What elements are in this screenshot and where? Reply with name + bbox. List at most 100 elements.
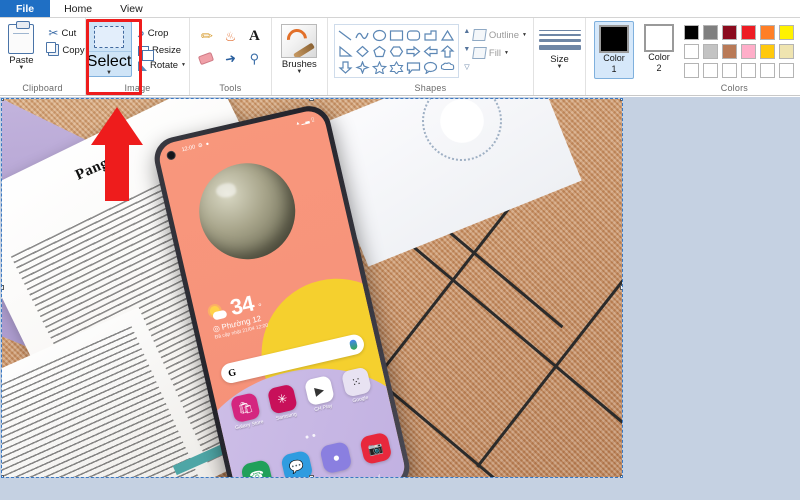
selection-handle-e[interactable]: [620, 285, 622, 290]
crop-button[interactable]: ⌕ Crop: [135, 25, 189, 42]
cut-button[interactable]: ✂ Cut: [45, 25, 87, 41]
paste-button[interactable]: Paste ▼: [0, 21, 45, 71]
color-swatch[interactable]: [760, 44, 775, 59]
brushes-chevron-down-icon[interactable]: ▼: [296, 70, 302, 75]
color1-button[interactable]: Color 1: [594, 21, 634, 79]
fill-icon[interactable]: ♨: [225, 30, 237, 43]
crop-icon: ⌕: [138, 26, 145, 41]
microphone-icon[interactable]: [349, 339, 358, 350]
color-swatch[interactable]: [760, 63, 775, 78]
status-icon-dot: ●: [205, 141, 210, 148]
color-swatch[interactable]: [684, 25, 699, 40]
color-swatch[interactable]: [722, 44, 737, 59]
magnifier-icon[interactable]: ⚲: [250, 52, 260, 65]
cut-label: Cut: [61, 28, 76, 39]
shape-rectangle-icon[interactable]: [389, 29, 404, 42]
color-swatch[interactable]: [703, 44, 718, 59]
color2-button[interactable]: Color 2: [640, 21, 678, 77]
shape-rounded-rectangle-icon[interactable]: [406, 29, 421, 42]
paste-icon: [8, 24, 34, 54]
eraser-icon[interactable]: [198, 51, 214, 64]
selection-handle-n[interactable]: [309, 99, 314, 101]
chevron-down-icon[interactable]: ▼: [18, 66, 24, 71]
brushes-button[interactable]: Brushes ▼: [275, 21, 323, 75]
select-chevron-down-icon[interactable]: ▼: [106, 71, 112, 76]
color-swatch[interactable]: [779, 44, 794, 59]
color-swatch[interactable]: [779, 25, 794, 40]
tools-group-label: Tools: [194, 83, 267, 95]
color-swatch[interactable]: [703, 25, 718, 40]
shape-five-point-star-icon[interactable]: [372, 61, 387, 74]
shapes-more-button[interactable]: ▽: [461, 59, 473, 74]
size-button[interactable]: Size ▼: [536, 21, 584, 70]
outline-chevron-down-icon[interactable]: ▼: [522, 33, 527, 38]
color-swatch[interactable]: [779, 63, 794, 78]
copy-button[interactable]: Copy: [45, 43, 87, 57]
color-swatch[interactable]: [684, 44, 699, 59]
color2-label: Color: [648, 52, 670, 63]
color-swatch[interactable]: [741, 44, 756, 59]
fill-chevron-down-icon[interactable]: ▼: [504, 51, 509, 56]
rotate-button[interactable]: Rotate ▼: [135, 59, 189, 72]
shape-oval-icon[interactable]: [372, 29, 387, 42]
shape-polygon-icon[interactable]: [423, 29, 438, 42]
color2-index: 2: [656, 63, 661, 74]
shape-diamond-icon[interactable]: [355, 45, 370, 58]
shape-six-point-star-icon[interactable]: [389, 61, 404, 74]
battery-icon: ▯: [311, 117, 315, 124]
shape-triangle-icon[interactable]: [440, 29, 455, 42]
shapes-gallery[interactable]: [334, 24, 459, 78]
messages-app[interactable]: 💬: [280, 450, 314, 477]
text-icon[interactable]: A: [249, 29, 260, 44]
shapes-scroll-up-button[interactable]: ▲: [461, 24, 473, 39]
pencil-icon[interactable]: ✎: [197, 27, 215, 45]
color-swatch[interactable]: [722, 25, 737, 40]
size-chevron-down-icon[interactable]: ▼: [557, 65, 563, 70]
shapes-scroll-down-button[interactable]: ▼: [461, 42, 473, 57]
ribbon-group-brushes: Brushes ▼: [272, 18, 328, 95]
signal-icon: ▁▃: [301, 118, 311, 126]
selection-handle-sw[interactable]: [2, 475, 4, 477]
selection-handle-s[interactable]: [309, 475, 314, 477]
color1-swatch: [599, 25, 629, 53]
selection-handle-w[interactable]: [2, 285, 4, 290]
selection-handle-nw[interactable]: [2, 99, 4, 101]
color-swatch[interactable]: [760, 25, 775, 40]
shape-down-arrow-icon[interactable]: [338, 61, 353, 74]
color1-index: 1: [611, 64, 616, 75]
selection-handle-ne[interactable]: [620, 99, 622, 101]
shape-hexagon-icon[interactable]: [389, 45, 404, 58]
color-swatch[interactable]: [741, 63, 756, 78]
shape-oval-callout-icon[interactable]: [423, 61, 438, 74]
select-marquee-icon: [94, 26, 124, 48]
selection-handle-se[interactable]: [620, 475, 622, 477]
color-swatch[interactable]: [703, 63, 718, 78]
shape-curve-icon[interactable]: [355, 29, 370, 42]
weather-sun-cloud-icon: [208, 303, 229, 323]
color-picker-icon[interactable]: ➜: [224, 51, 237, 66]
tab-file[interactable]: File: [0, 0, 50, 17]
color-swatch[interactable]: [741, 25, 756, 40]
resize-button[interactable]: Resize: [135, 44, 189, 57]
outline-button[interactable]: Outline ▼: [473, 29, 527, 41]
shape-line-icon[interactable]: [338, 29, 353, 42]
status-icon-gear: ⚙: [198, 143, 204, 150]
shape-left-arrow-icon[interactable]: [423, 45, 438, 58]
color-palette[interactable]: [684, 21, 796, 80]
rotate-chevron-down-icon[interactable]: ▼: [181, 63, 186, 68]
shape-rounded-callout-icon[interactable]: [406, 61, 421, 74]
tab-home[interactable]: Home: [50, 0, 106, 17]
shape-four-point-star-icon[interactable]: [355, 61, 370, 74]
color-swatch[interactable]: [684, 63, 699, 78]
shape-right-triangle-icon[interactable]: [338, 45, 353, 58]
back-button-icon[interactable]: ‹: [377, 471, 382, 477]
ribbon-group-size: Size ▼: [534, 18, 586, 95]
shape-right-arrow-icon[interactable]: [406, 45, 421, 58]
select-button[interactable]: Select ▼: [86, 21, 132, 77]
shape-up-arrow-icon[interactable]: [440, 45, 455, 58]
tab-view[interactable]: View: [106, 0, 157, 17]
shape-cloud-callout-icon[interactable]: [440, 61, 455, 74]
fill-button[interactable]: Fill ▼: [473, 47, 527, 59]
shape-pentagon-icon[interactable]: [372, 45, 387, 58]
color-swatch[interactable]: [722, 63, 737, 78]
